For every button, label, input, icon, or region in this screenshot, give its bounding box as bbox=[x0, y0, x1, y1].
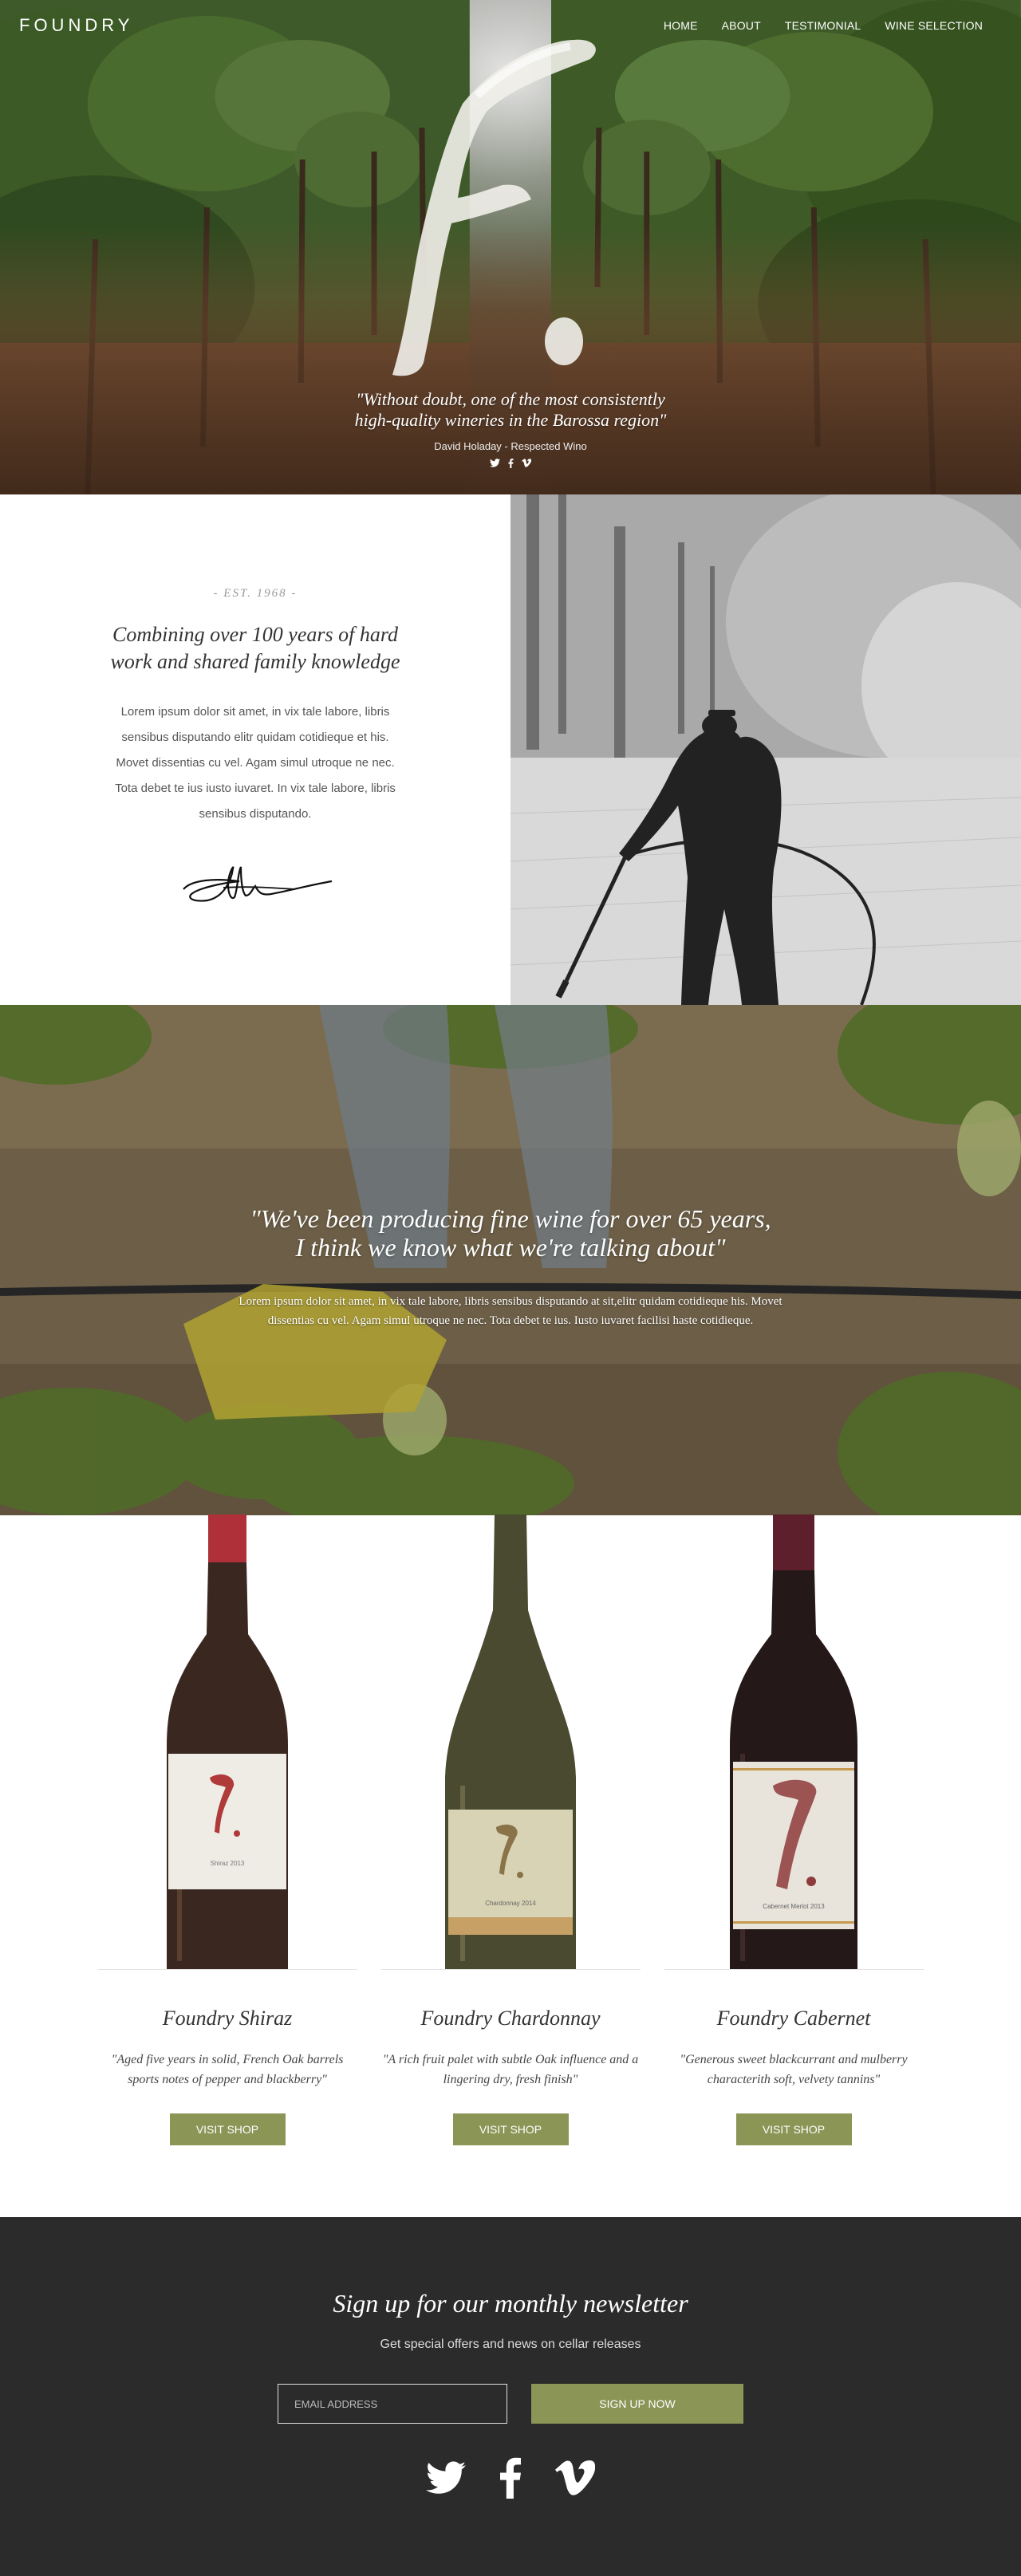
band-quote-line2: I think we know what we're talking about… bbox=[295, 1233, 726, 1262]
shiraz-label: Shiraz 2013 bbox=[211, 1860, 245, 1867]
product-description: "Aged five years in solid, French Oak ba… bbox=[111, 2053, 344, 2086]
wine-selection: Shiraz 2013 Foundry Shiraz "Aged five ye… bbox=[0, 1514, 1021, 2217]
top-navigation: FOUNDRY HOME ABOUT TESTIMONIAL WINE SELE… bbox=[0, 0, 1021, 51]
product-card-cabernet: Cabernet Merlot 2013 Foundry Cabernet "G… bbox=[664, 1514, 924, 2217]
email-input[interactable] bbox=[278, 2384, 507, 2424]
band-content: "We've been producing fine wine for over… bbox=[0, 1204, 1021, 1330]
about-text-column: - EST. 1968 - Combining over 100 years o… bbox=[0, 494, 510, 1005]
product-description: "Generous sweet blackcurrant and mulberr… bbox=[680, 2053, 908, 2086]
about-body: Lorem ipsum dolor sit amet, in vix tale … bbox=[115, 705, 396, 821]
chardonnay-bottle-image[interactable]: Chardonnay 2014 bbox=[431, 1514, 590, 1969]
hero-social-links bbox=[0, 459, 1021, 471]
established-label: - EST. 1968 - bbox=[213, 587, 298, 600]
hero-quote-line2: high-quality wineries in the Barossa reg… bbox=[354, 410, 667, 430]
hero-section: FOUNDRY HOME ABOUT TESTIMONIAL WINE SELE… bbox=[0, 0, 1021, 494]
facebook-icon[interactable] bbox=[499, 2457, 522, 2503]
sign-up-button[interactable]: SIGN UP NOW bbox=[531, 2384, 743, 2424]
newsletter-subtitle: Get special offers and news on cellar re… bbox=[380, 2338, 641, 2351]
newsletter-section: Sign up for our monthly newsletter Get s… bbox=[0, 2217, 1021, 2576]
cabernet-label: Cabernet Merlot 2013 bbox=[763, 1903, 825, 1910]
nav-wine-selection[interactable]: WINE SELECTION bbox=[885, 19, 983, 32]
product-name: Foundry Chardonnay bbox=[420, 2007, 601, 2030]
nav-home[interactable]: HOME bbox=[664, 19, 698, 32]
newsletter-title: Sign up for our monthly newsletter bbox=[333, 2289, 688, 2318]
chardonnay-label: Chardonnay 2014 bbox=[485, 1900, 536, 1907]
band-quote: "We've been producing fine wine for over… bbox=[239, 1204, 782, 1262]
hero-quote-citation: David Holaday - Respected Wino bbox=[434, 440, 587, 452]
hero-quote-line1: "Without doubt, one of the most consiste… bbox=[356, 389, 665, 409]
shiraz-bottle-image[interactable]: Shiraz 2013 bbox=[148, 1514, 307, 1969]
footer-social-links bbox=[0, 2457, 1021, 2503]
visit-shop-button[interactable]: VISIT SHOP bbox=[735, 2113, 852, 2145]
signature-image bbox=[183, 866, 333, 902]
band-quote-line1: "We've been producing fine wine for over… bbox=[250, 1204, 771, 1233]
twitter-icon[interactable] bbox=[426, 2461, 466, 2499]
nav-about[interactable]: ABOUT bbox=[722, 19, 761, 32]
product-card-shiraz: Shiraz 2013 Foundry Shiraz "Aged five ye… bbox=[97, 1514, 357, 2217]
visit-shop-button[interactable]: VISIT SHOP bbox=[169, 2113, 286, 2145]
nav-links: HOME ABOUT TESTIMONIAL WINE SELECTION bbox=[664, 19, 983, 32]
testimonial-band: "We've been producing fine wine for over… bbox=[0, 1005, 1021, 1515]
product-name: Foundry Shiraz bbox=[162, 2007, 293, 2030]
product-card-chardonnay: Chardonnay 2014 Foundry Chardonnay "A ri… bbox=[380, 1514, 641, 2217]
newsletter-form: SIGN UP NOW bbox=[0, 2384, 1021, 2424]
band-body: Lorem ipsum dolor sit amet, in vix tale … bbox=[238, 1295, 783, 1327]
bottle-cabernet: Cabernet Merlot 2013 bbox=[664, 1514, 924, 1970]
foundry-logo[interactable]: FOUNDRY bbox=[19, 15, 133, 36]
twitter-icon[interactable] bbox=[490, 459, 500, 471]
vimeo-icon[interactable] bbox=[555, 2460, 596, 2499]
cabernet-bottle-image[interactable]: Cabernet Merlot 2013 bbox=[714, 1514, 873, 1969]
product-description: "A rich fruit palet with subtle Oak infl… bbox=[382, 2053, 639, 2086]
winemaker-photo bbox=[510, 494, 1021, 1005]
vimeo-icon[interactable] bbox=[522, 459, 532, 471]
about-section: - EST. 1968 - Combining over 100 years o… bbox=[0, 494, 1021, 1005]
hero-testimonial: "Without doubt, one of the most consiste… bbox=[0, 389, 1021, 471]
visit-shop-button[interactable]: VISIT SHOP bbox=[452, 2113, 569, 2145]
product-name: Foundry Cabernet bbox=[716, 2007, 871, 2030]
bottle-shiraz: Shiraz 2013 bbox=[97, 1514, 357, 1970]
nav-testimonial[interactable]: TESTIMONIAL bbox=[785, 19, 861, 32]
facebook-icon[interactable] bbox=[508, 459, 514, 471]
about-title: Combining over 100 years of hard work an… bbox=[110, 623, 400, 673]
brand-f-mark bbox=[392, 39, 596, 376]
bottle-chardonnay: Chardonnay 2014 bbox=[380, 1514, 641, 1970]
